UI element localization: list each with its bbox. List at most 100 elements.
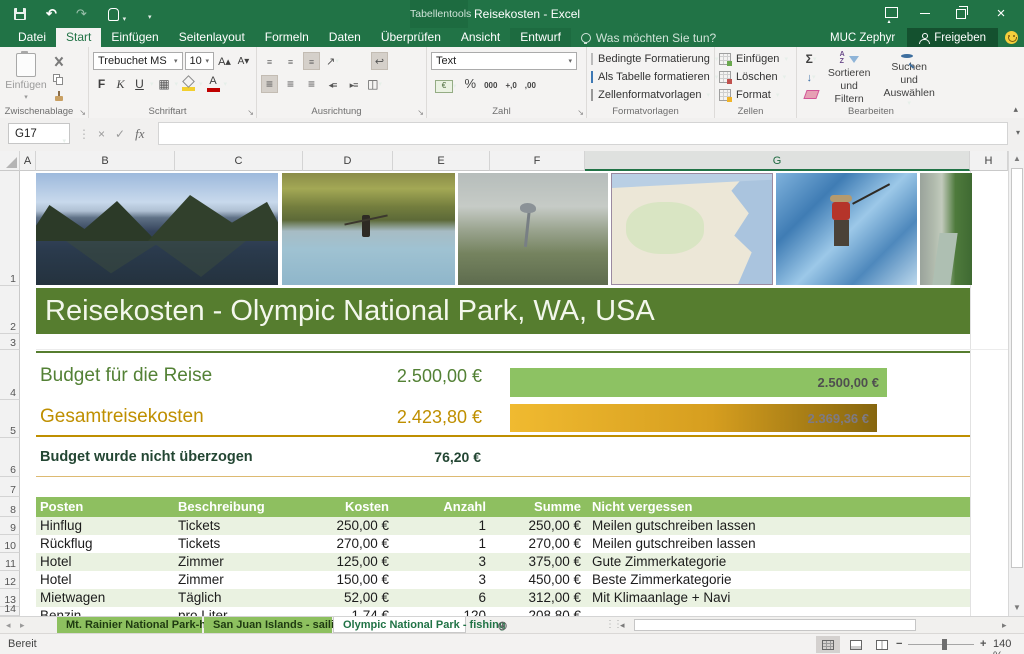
increase-decimal-icon[interactable] bbox=[505, 75, 516, 93]
increase-font-icon[interactable]: A▴ bbox=[216, 52, 233, 70]
cell[interactable]: 3 bbox=[395, 571, 486, 589]
photo-mountain-lake-reflection[interactable] bbox=[36, 173, 278, 285]
align-center-icon[interactable] bbox=[282, 75, 299, 93]
cell[interactable]: Gute Zimmerkategorie bbox=[592, 553, 966, 571]
insert-cells-button[interactable]: Einfügen▾ bbox=[719, 50, 792, 68]
dialog-launcher-icon[interactable]: ↘ bbox=[577, 108, 584, 117]
share-button[interactable]: Freigeben bbox=[907, 28, 998, 47]
user-name[interactable]: MUC Zephyr bbox=[818, 32, 907, 44]
number-format-select[interactable]: Text▾ bbox=[431, 52, 577, 70]
column-header-beschreibung[interactable]: Beschreibung bbox=[178, 497, 300, 517]
column-header-anzahl[interactable]: Anzahl bbox=[395, 497, 486, 517]
column-header-h[interactable]: H bbox=[970, 151, 1008, 171]
column-header-g-selected[interactable]: G bbox=[585, 151, 970, 171]
cell[interactable]: 375,00 € bbox=[492, 553, 581, 571]
cell[interactable]: pro Liter bbox=[178, 607, 300, 616]
zoom-level[interactable]: 140 % bbox=[993, 638, 1024, 654]
photo-fly-fishing-river[interactable] bbox=[282, 173, 455, 285]
column-header-nicht-vergessen[interactable]: Nicht vergessen bbox=[592, 497, 966, 517]
row-header-9[interactable]: 9 bbox=[0, 517, 20, 535]
dialog-launcher-icon[interactable]: ↘ bbox=[79, 108, 86, 117]
align-top-icon[interactable] bbox=[261, 52, 278, 70]
row-header-4[interactable]: 4 bbox=[0, 350, 20, 400]
note-value-cell[interactable]: 76,20 € bbox=[330, 439, 481, 476]
expand-formula-bar-icon[interactable]: ▾ bbox=[1016, 128, 1020, 137]
percent-format-icon[interactable] bbox=[465, 75, 477, 93]
font-color-button[interactable]: A bbox=[205, 75, 222, 93]
italic-button[interactable]: K bbox=[112, 75, 129, 93]
zoom-in-icon[interactable]: + bbox=[980, 638, 986, 650]
total-label-cell[interactable]: Gesamtreisekosten bbox=[40, 398, 204, 436]
column-header-summe[interactable]: Summe bbox=[492, 497, 581, 517]
select-all-corner[interactable] bbox=[0, 151, 20, 171]
cell[interactable]: 270,00 € bbox=[492, 535, 581, 553]
photo-olympic-peninsula-map[interactable] bbox=[611, 173, 773, 285]
row-header-12[interactable]: 12 bbox=[0, 571, 20, 589]
currency-format-icon[interactable]: ▾ bbox=[435, 75, 457, 93]
row-header-11[interactable]: 11 bbox=[0, 553, 20, 571]
cell[interactable]: Tickets bbox=[178, 535, 300, 553]
cell[interactable]: Benzin bbox=[40, 607, 172, 616]
cell[interactable]: Hotel bbox=[40, 571, 172, 589]
decrease-decimal-icon[interactable] bbox=[525, 75, 536, 93]
row-header-10[interactable]: 10 bbox=[0, 535, 20, 553]
row-header-8[interactable]: 8 bbox=[0, 497, 20, 517]
increase-indent-icon[interactable] bbox=[345, 75, 362, 93]
cell[interactable]: 1,74 € bbox=[300, 607, 389, 616]
tab-splitter[interactable]: ⋮⋮ bbox=[605, 619, 621, 630]
touch-mode-icon[interactable]: ▾ bbox=[108, 8, 126, 26]
delete-cells-button[interactable]: Löschen▾ bbox=[719, 68, 792, 86]
minimize-icon[interactable] bbox=[908, 0, 942, 28]
photo-fisherman-red-jacket[interactable] bbox=[776, 173, 917, 285]
zoom-out-icon[interactable]: − bbox=[896, 638, 902, 650]
cell[interactable]: 3 bbox=[395, 553, 486, 571]
chevron-down-icon[interactable]: ▾ bbox=[224, 80, 228, 88]
cell[interactable]: Rückflug bbox=[40, 535, 172, 553]
cell[interactable]: Meilen gutschreiben lassen bbox=[592, 517, 966, 535]
name-box[interactable]: G17 ▾ bbox=[8, 123, 70, 144]
tab-entwurf[interactable]: Entwurf bbox=[510, 28, 571, 47]
zoom-slider[interactable] bbox=[908, 644, 974, 645]
tab-ueberpruefen[interactable]: Überprüfen bbox=[371, 28, 451, 47]
normal-view-icon[interactable] bbox=[816, 636, 840, 653]
page-break-view-icon[interactable] bbox=[870, 636, 894, 653]
redo-icon[interactable] bbox=[76, 7, 87, 20]
sheet-title-banner[interactable]: Reisekosten - Olympic National Park, WA,… bbox=[36, 288, 970, 334]
cut-button[interactable] bbox=[48, 54, 68, 69]
chevron-down-icon[interactable]: ▾ bbox=[150, 80, 154, 88]
cell[interactable]: Meilen gutschreiben lassen bbox=[592, 535, 966, 553]
find-select-button[interactable]: Suchen und Auswählen▾ bbox=[877, 50, 941, 104]
format-as-table-button[interactable]: Als Tabelle formatieren▾ bbox=[591, 68, 710, 86]
tab-ansicht[interactable]: Ansicht bbox=[451, 28, 510, 47]
row-header-7[interactable]: 7 bbox=[0, 477, 20, 497]
photo-forest-creek[interactable] bbox=[920, 173, 972, 285]
budget-data-bar[interactable]: 2.500,00 € bbox=[510, 368, 887, 397]
cell[interactable]: 6 bbox=[395, 589, 486, 607]
cell-styles-button[interactable]: Zellenformatvorlagen▾ bbox=[591, 86, 710, 104]
fill-button[interactable]: ▾ bbox=[801, 69, 821, 84]
cell[interactable]: 52,00 € bbox=[300, 589, 389, 607]
sheet-nav-left-icon[interactable]: ◂ bbox=[6, 620, 11, 631]
thousands-format-icon[interactable] bbox=[484, 75, 497, 93]
cancel-icon[interactable]: × bbox=[98, 127, 105, 141]
budget-value-cell[interactable]: 2.500,00 € bbox=[330, 352, 482, 400]
font-family-select[interactable]: Trebuchet MS▾ bbox=[93, 52, 183, 70]
chevron-down-icon[interactable]: ▾ bbox=[199, 80, 203, 88]
tab-seitenlayout[interactable]: Seitenlayout bbox=[169, 28, 255, 47]
cell[interactable]: 270,00 € bbox=[300, 535, 389, 553]
merge-center-icon[interactable]: ▾ bbox=[366, 75, 383, 93]
sheet-nav-right-icon[interactable]: ▸ bbox=[20, 620, 25, 631]
column-header-c[interactable]: C bbox=[175, 151, 303, 171]
column-header-e[interactable]: E bbox=[393, 151, 490, 171]
restore-icon[interactable] bbox=[944, 0, 978, 28]
cell[interactable]: Zimmer bbox=[178, 571, 300, 589]
wrap-text-icon[interactable] bbox=[371, 52, 388, 70]
format-cells-button[interactable]: Format▾ bbox=[719, 86, 792, 104]
sheet-tab-olympic-active[interactable]: Olympic National Park - fishing bbox=[333, 617, 466, 633]
row-header-5[interactable]: 5 bbox=[0, 400, 20, 438]
tell-me-search[interactable]: Was möchten Sie tun? bbox=[571, 28, 726, 47]
cell[interactable]: Mit Klimaanlage + Navi bbox=[592, 589, 966, 607]
cell[interactable]: 250,00 € bbox=[492, 517, 581, 535]
copy-button[interactable] bbox=[48, 72, 68, 87]
scroll-left-icon[interactable]: ◂ bbox=[620, 620, 625, 631]
